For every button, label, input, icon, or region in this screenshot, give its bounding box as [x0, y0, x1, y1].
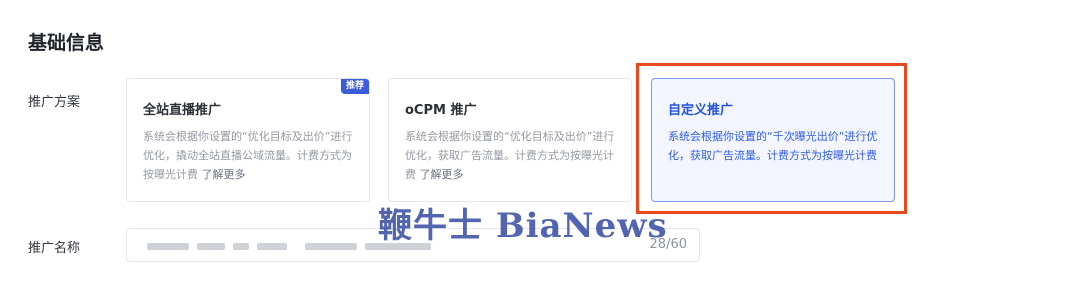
learn-more-link[interactable]: 了解更多 — [420, 168, 464, 181]
plan-card-description-text: 系统会根据你设置的“优化目标及出价”进行优化，撬动全站直播公域流量。计费方式为按… — [143, 130, 353, 181]
learn-more-link[interactable]: 了解更多 — [202, 168, 246, 181]
page: 基础信息 推广方案 推荐 全站直播推广 系统会根据你设置的“优化目标及出价”进行… — [0, 0, 1080, 281]
plan-label: 推广方案 — [28, 95, 81, 110]
promotion-name-input[interactable]: 28/60 — [126, 228, 700, 262]
recommended-badge: 推荐 — [340, 79, 369, 94]
plan-card-title: 全站直播推广 — [143, 103, 222, 118]
plan-card-description: 系统会根据你设置的“优化目标及出价”进行优化，获取广告流量。计费方式为按曝光计费… — [405, 127, 621, 184]
plan-card-ocpm-promotion[interactable]: oCPM 推广 系统会根据你设置的“优化目标及出价”进行优化，获取广告流量。计费… — [388, 78, 632, 202]
blurred-text — [147, 243, 189, 250]
plan-card-title: 自定义推广 — [668, 103, 734, 118]
blurred-text — [305, 243, 357, 250]
plan-card-description: 系统会根据你设置的“优化目标及出价”进行优化，撬动全站直播公域流量。计费方式为按… — [143, 127, 359, 184]
blurred-text — [257, 243, 287, 250]
plan-card-custom-promotion[interactable]: 自定义推广 系统会根据你设置的“千次曝光出价”进行优化，获取广告流量。计费方式为… — [651, 78, 895, 202]
section-title: 基础信息 — [28, 32, 105, 54]
blurred-text — [197, 243, 225, 250]
plan-card-description-text: 系统会根据你设置的“千次曝光出价”进行优化，获取广告流量。计费方式为按曝光计费 — [668, 130, 878, 162]
plan-card-description: 系统会根据你设置的“千次曝光出价”进行优化，获取广告流量。计费方式为按曝光计费 — [668, 127, 884, 165]
plan-card-live-promotion[interactable]: 推荐 全站直播推广 系统会根据你设置的“优化目标及出价”进行优化，撬动全站直播公… — [126, 78, 370, 202]
blurred-text — [233, 243, 249, 250]
plan-card-title: oCPM 推广 — [405, 103, 477, 118]
promotion-name-label: 推广名称 — [28, 241, 81, 256]
blurred-text — [365, 243, 431, 250]
character-counter: 28/60 — [649, 237, 687, 252]
